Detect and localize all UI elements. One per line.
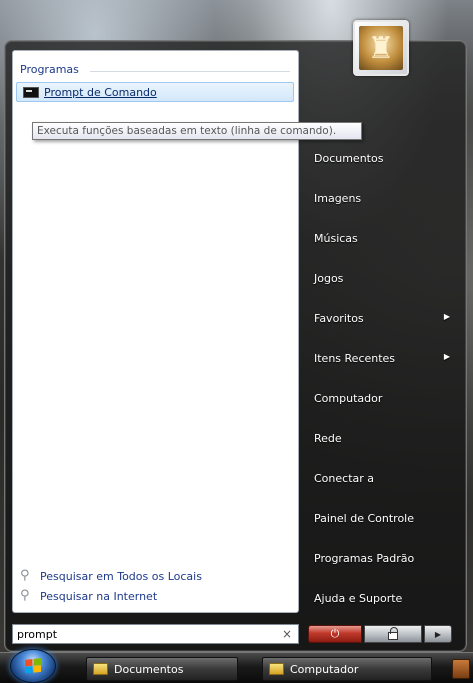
right-item-rede[interactable]: Rede bbox=[304, 418, 464, 458]
right-item-label: Programas Padrão bbox=[314, 551, 415, 565]
power-icon: ⏻ bbox=[330, 627, 340, 640]
tooltip: Executa funções baseadas em texto (linha… bbox=[32, 122, 362, 140]
right-item-label: Documentos bbox=[314, 151, 384, 165]
right-item-painel-de-controle[interactable]: Painel de Controle bbox=[304, 498, 464, 538]
power-controls: ⏻ ▶ bbox=[308, 625, 454, 643]
right-item-computador[interactable]: Computador bbox=[304, 378, 464, 418]
programs-header-divider bbox=[90, 71, 290, 72]
right-item-itens-recentes[interactable]: Itens Recentes ▶ bbox=[304, 338, 464, 378]
search-input[interactable] bbox=[17, 627, 257, 641]
cmd-icon bbox=[23, 86, 39, 98]
right-item-favoritos[interactable]: Favoritos ▶ bbox=[304, 298, 464, 338]
search-everywhere-label: Pesquisar em Todos os Locais bbox=[40, 569, 202, 583]
right-item-documentos[interactable]: Documentos bbox=[304, 138, 464, 178]
folder-icon bbox=[269, 663, 284, 675]
search-internet-label: Pesquisar na Internet bbox=[40, 589, 158, 603]
right-item-label: Jogos bbox=[314, 271, 344, 285]
lock-icon bbox=[388, 627, 398, 640]
submenu-arrow-icon: ▶ bbox=[443, 312, 450, 321]
right-item-jogos[interactable]: Jogos bbox=[304, 258, 464, 298]
search-result-label: Prompt de Comando bbox=[44, 85, 157, 99]
right-item-label: Músicas bbox=[314, 231, 358, 245]
right-item-ajuda-e-suporte[interactable]: Ajuda e Suporte bbox=[304, 578, 464, 618]
start-menu-right-column: Documentos Imagens Músicas Jogos Favorit… bbox=[304, 138, 464, 618]
right-item-programas-padrao[interactable]: Programas Padrão bbox=[304, 538, 464, 578]
lock-button[interactable] bbox=[364, 625, 422, 643]
chess-pieces-icon: ♜ bbox=[359, 26, 403, 70]
search-internet-link[interactable]: ⚲ Pesquisar na Internet bbox=[20, 586, 202, 606]
programs-header: Programas bbox=[20, 63, 79, 76]
folder-icon bbox=[93, 663, 108, 675]
right-item-label: Favoritos bbox=[314, 311, 364, 325]
right-item-label: Imagens bbox=[314, 191, 362, 205]
taskbar-item-computador[interactable]: Computador bbox=[262, 657, 432, 681]
taskbar-item-label: Computador bbox=[290, 662, 359, 676]
right-item-conectar-a[interactable]: Conectar a bbox=[304, 458, 464, 498]
right-item-label: Computador bbox=[314, 391, 383, 405]
right-item-label: Rede bbox=[314, 431, 342, 445]
clear-search-icon[interactable]: × bbox=[282, 627, 292, 641]
right-item-label: Ajuda e Suporte bbox=[314, 591, 403, 605]
power-button[interactable]: ⏻ bbox=[308, 625, 362, 643]
taskbar-item-label: Documentos bbox=[114, 662, 184, 676]
start-button[interactable] bbox=[10, 649, 56, 683]
start-search-box[interactable]: × bbox=[12, 624, 299, 644]
search-everywhere-link[interactable]: ⚲ Pesquisar em Todos os Locais bbox=[20, 566, 202, 586]
taskbar-item-documentos[interactable]: Documentos bbox=[86, 657, 238, 681]
search-icon: ⚲ bbox=[20, 568, 30, 583]
right-item-label: Painel de Controle bbox=[314, 511, 415, 525]
shutdown-options-button[interactable]: ▶ bbox=[424, 625, 452, 643]
search-result-prompt-de-comando[interactable]: Prompt de Comando bbox=[16, 82, 294, 102]
search-icon: ⚲ bbox=[20, 588, 30, 603]
windows-orb-icon bbox=[25, 658, 41, 674]
right-item-imagens[interactable]: Imagens bbox=[304, 178, 464, 218]
right-item-musicas[interactable]: Músicas bbox=[304, 218, 464, 258]
right-item-label: Itens Recentes bbox=[314, 351, 396, 365]
right-item-label: Conectar a bbox=[314, 471, 375, 485]
submenu-arrow-icon: ▶ bbox=[443, 352, 450, 361]
arrow-right-icon: ▶ bbox=[434, 629, 442, 639]
user-avatar[interactable]: ♜ bbox=[353, 20, 409, 76]
search-links: ⚲ Pesquisar em Todos os Locais ⚲ Pesquis… bbox=[20, 566, 202, 606]
tray-app-icon[interactable] bbox=[452, 659, 470, 679]
